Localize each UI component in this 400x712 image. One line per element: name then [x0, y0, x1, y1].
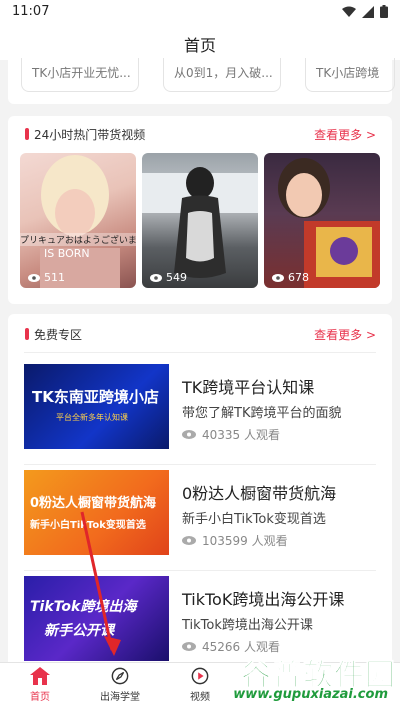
battery-icon: [380, 5, 388, 18]
topic-chip[interactable]: TK小店跨境: [305, 58, 395, 92]
eye-icon: [182, 642, 196, 651]
divider: [24, 352, 376, 353]
tab-home[interactable]: 首页: [0, 667, 80, 703]
topic-chip[interactable]: 从0到1，月入破...: [163, 58, 281, 92]
video-view-count: 678: [288, 271, 309, 284]
course-desc: TikTok跨境出海公开课: [182, 618, 313, 633]
tab-label: 首页: [30, 692, 50, 703]
section-title: 免费专区: [34, 328, 83, 342]
thumbnail-text: 新手公开课: [44, 623, 114, 639]
video-caption: IS BORN: [44, 247, 90, 260]
tab-academy[interactable]: 出海学堂: [80, 667, 160, 703]
compass-icon: [111, 667, 129, 685]
course-desc: 新手小白TikTok变现首选: [182, 512, 326, 527]
eye-icon: [272, 273, 284, 282]
thumbnail-text: TikTok跨境出海: [30, 599, 137, 615]
video-icon: [191, 667, 209, 685]
video-card[interactable]: プリキュアおはようございます IS BORN 511: [20, 153, 136, 288]
eye-icon: [182, 430, 196, 439]
app-header: 首页: [0, 24, 400, 60]
watermark-url: www.gupuxiazai.com: [233, 687, 388, 702]
course-thumbnail: TK东南亚跨境小店 平台全新多年认知课: [24, 364, 169, 449]
course-view-count: 103599 人观看: [202, 534, 288, 548]
course-thumbnail: TikTok跨境出海 新手公开课: [24, 576, 169, 661]
course-views: 103599 人观看: [182, 532, 288, 549]
video-view-count: 511: [44, 271, 65, 284]
video-card[interactable]: 678: [264, 153, 380, 288]
course-title: 0粉达人橱窗带货航海: [182, 484, 337, 503]
eye-icon: [182, 536, 196, 545]
video-caption: プリキュアおはようございます: [20, 233, 136, 246]
wifi-icon: [342, 6, 356, 17]
section-title: 24小时热门带货视频: [34, 128, 146, 142]
video-thumbnail: [278, 158, 380, 288]
course-desc: 带您了解TK跨境平台的面貌: [182, 406, 342, 421]
section-marker: [25, 328, 29, 340]
video-views: 549: [150, 271, 187, 284]
video-view-count: 549: [166, 271, 187, 284]
status-time: 11:07: [12, 4, 50, 19]
topic-chip-row: TK小店开业无忧... 从0到1，月入破... TK小店跨境: [8, 58, 395, 104]
free-zone-section: 免费专区 查看更多 > TK东南亚跨境小店 平台全新多年认知课 TK跨境平台认知…: [8, 314, 392, 674]
course-view-count: 40335 人观看: [202, 428, 280, 442]
eye-icon: [28, 273, 40, 282]
video-thumbnail: [142, 167, 258, 278]
thumbnail-text: 0粉达人橱窗带货航海: [30, 496, 157, 511]
eye-icon: [150, 273, 162, 282]
video-views: 511: [28, 271, 65, 284]
course-thumbnail: 0粉达人橱窗带货航海 新手小白TikTok变现首选: [24, 470, 169, 555]
thumbnail-text: 平台全新多年认知课: [56, 413, 128, 422]
tab-label: 出海学堂: [100, 692, 140, 703]
see-more-link[interactable]: 查看更多 >: [314, 126, 376, 143]
video-card[interactable]: 549: [142, 153, 258, 288]
thumbnail-text: TK东南亚跨境小店: [32, 388, 159, 406]
site-watermark: 谷普软件园 www.gupuxiazai.com: [218, 650, 396, 706]
course-title: TikToK跨境出海公开课: [182, 590, 345, 609]
video-thumbnail: [40, 155, 120, 288]
course-title: TK跨境平台认知课: [182, 378, 315, 397]
thumbnail-text: 新手小白TikTok变现首选: [30, 520, 146, 531]
see-more-link[interactable]: 查看更多 >: [314, 326, 376, 343]
divider: [24, 464, 376, 465]
section-marker: [25, 128, 29, 140]
home-icon: [30, 667, 50, 685]
signal-icon: [362, 5, 374, 18]
page-title: 首页: [183, 36, 216, 55]
hot-videos-section: 24小时热门带货视频 查看更多 > プリキュアおはようございます IS BORN…: [8, 116, 392, 304]
course-views: 40335 人观看: [182, 426, 280, 443]
status-icons: [342, 5, 388, 18]
status-bar: 11:07: [0, 0, 400, 24]
divider: [24, 570, 376, 571]
tab-label: 视频: [190, 692, 210, 703]
video-views: 678: [272, 271, 309, 284]
topic-chip[interactable]: TK小店开业无忧...: [21, 58, 139, 92]
